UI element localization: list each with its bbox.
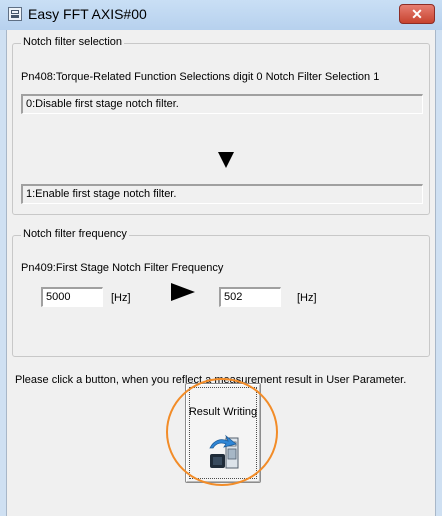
- notch-filter-frequency-legend: Notch filter frequency: [21, 228, 129, 240]
- notch-filter-selection-legend: Notch filter selection: [21, 36, 125, 48]
- easy-fft-window: Easy FFT AXIS#00 ✕ Notch filter selectio…: [0, 0, 442, 516]
- window-app-icon: [8, 7, 22, 21]
- notch-new-value-field: 1:Enable first stage notch filter.: [21, 184, 423, 204]
- pn409-label: Pn409:First Stage Notch Filter Frequency: [21, 262, 224, 274]
- dialog-client-area: Notch filter selection Pn408:Torque-Rela…: [6, 30, 436, 516]
- result-writing-icon: [209, 434, 239, 469]
- frequency-current-unit: [Hz]: [111, 292, 131, 304]
- window-title: Easy FFT AXIS#00: [28, 6, 147, 22]
- notch-filter-selection-group: Notch filter selection Pn408:Torque-Rela…: [12, 36, 430, 215]
- frequency-new-unit: [Hz]: [297, 292, 317, 304]
- arrow-down-icon: [218, 152, 234, 168]
- frequency-new-value-field: 502: [219, 287, 281, 307]
- notch-current-value-field: 0:Disable first stage notch filter.: [21, 94, 423, 114]
- arrow-right-icon: [171, 283, 195, 301]
- title-bar[interactable]: Easy FFT AXIS#00 ✕: [0, 0, 442, 30]
- frequency-current-value-field: 5000: [41, 287, 103, 307]
- pn408-label: Pn408:Torque-Related Function Selections…: [21, 71, 380, 83]
- close-button[interactable]: ✕: [399, 4, 435, 24]
- close-icon: ✕: [411, 6, 423, 22]
- result-writing-button[interactable]: Result Writing: [185, 383, 261, 483]
- result-writing-label: Result Writing: [188, 406, 258, 418]
